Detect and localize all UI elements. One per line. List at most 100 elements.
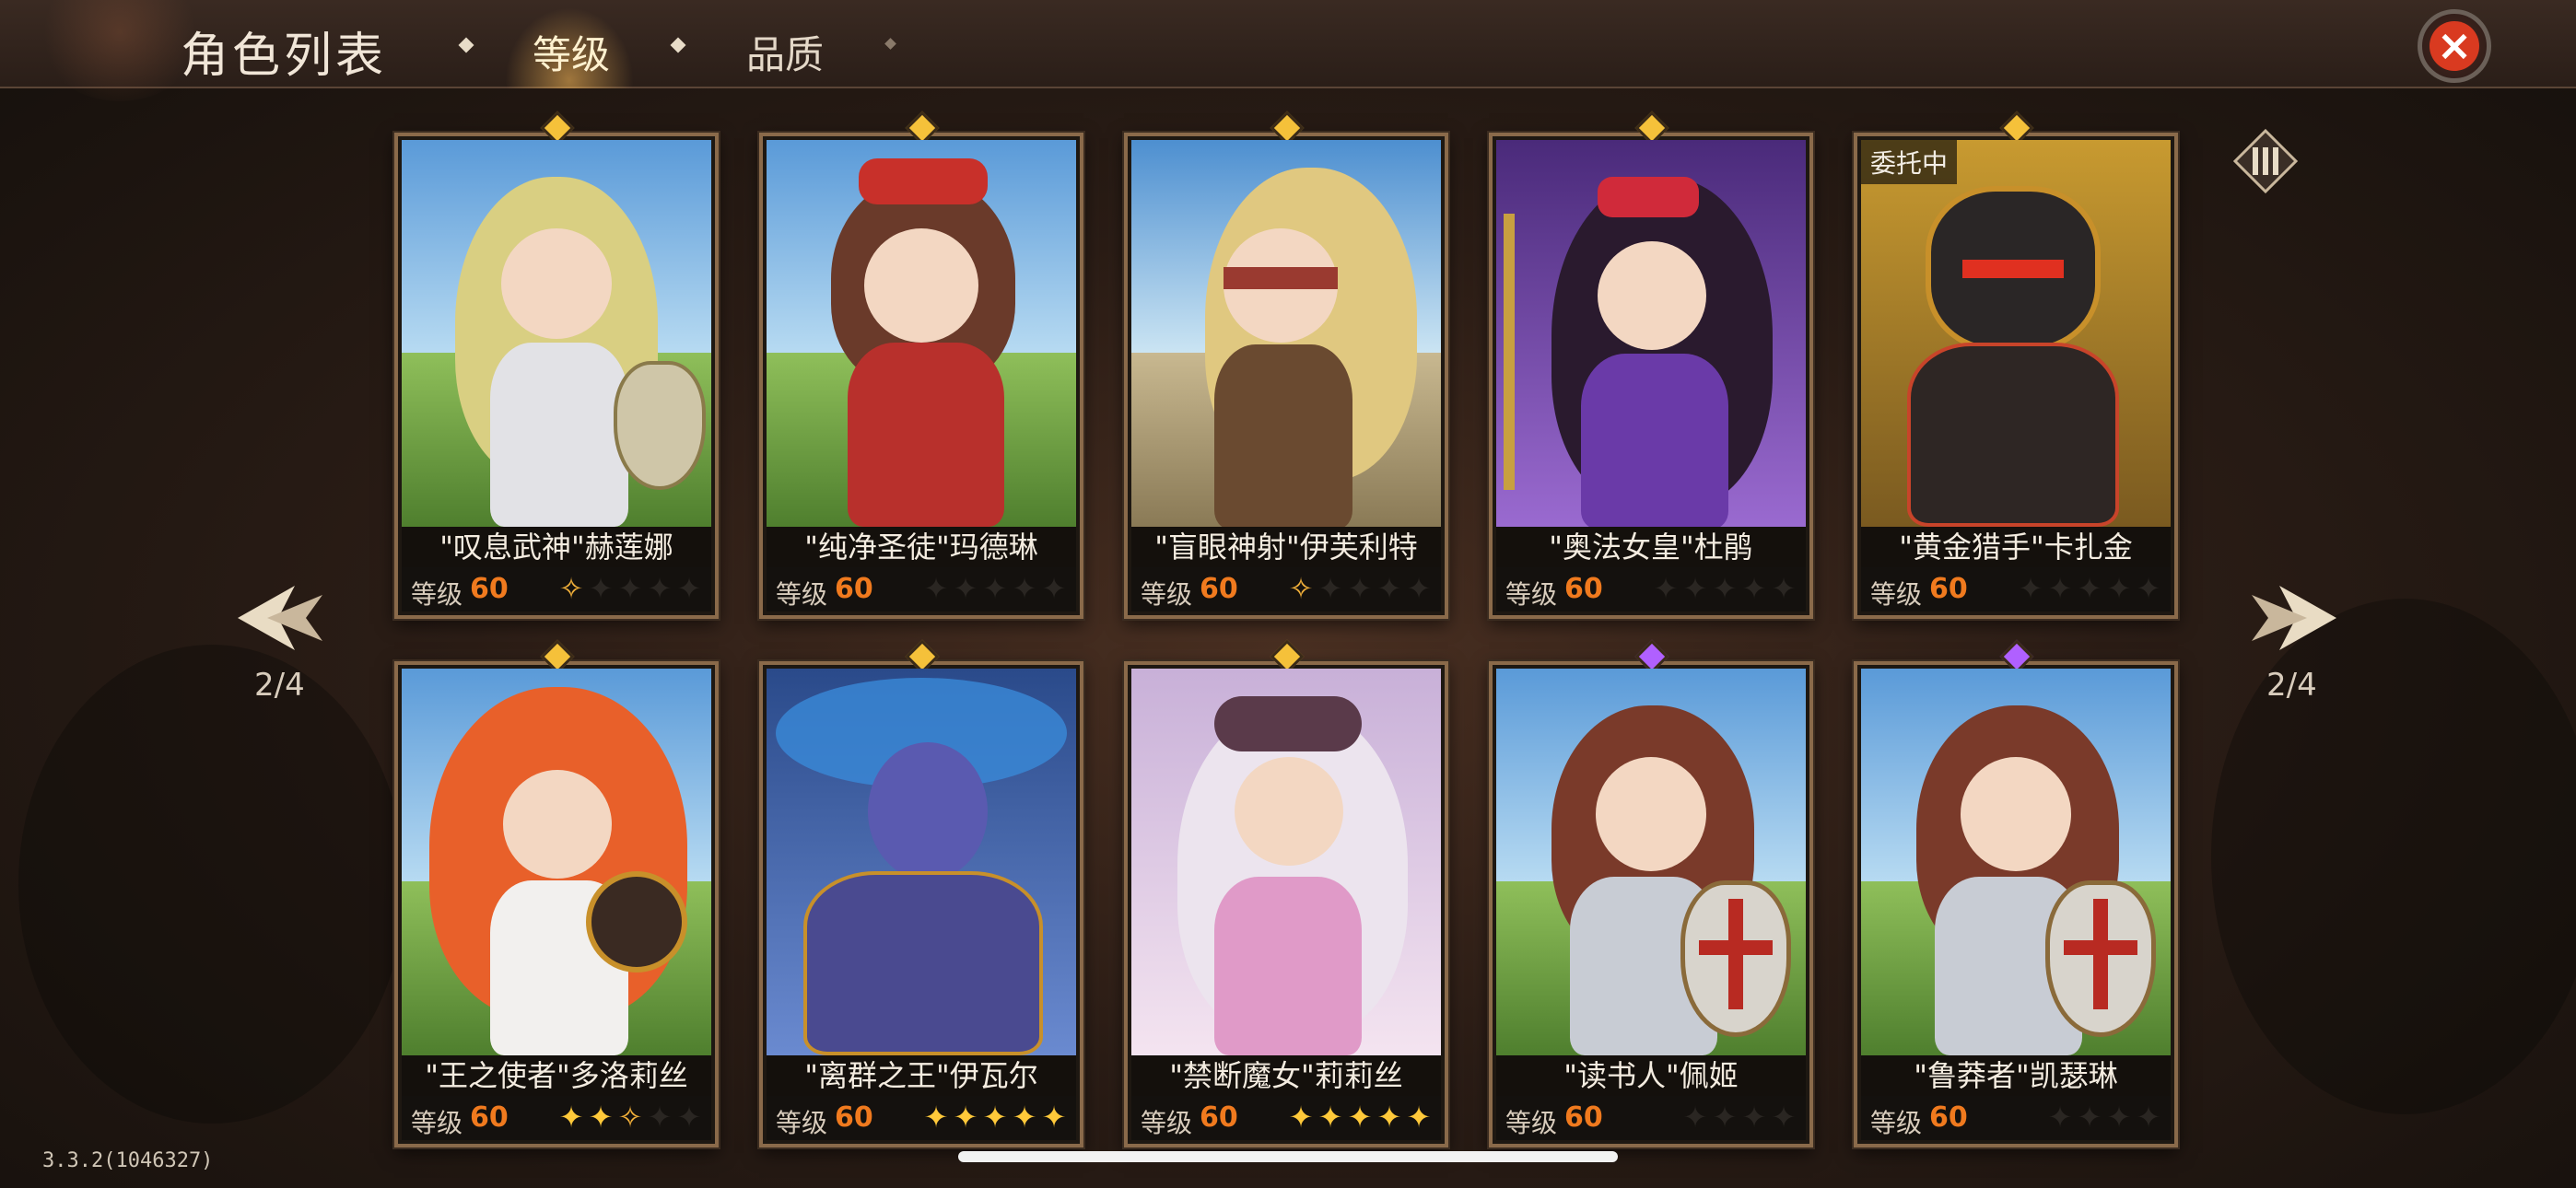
level-label: 等级 (1505, 1108, 1558, 1138)
star-empty-icon: ✦ (2077, 571, 2102, 606)
character-name: "鲁莽者"凯瑟琳 (1861, 1055, 2171, 1096)
star-empty-icon: ✦ (1376, 571, 1402, 606)
home-indicator[interactable] (958, 1151, 1618, 1162)
tab-level[interactable]: 等级 (533, 24, 610, 80)
star-empty-icon: ✦ (647, 571, 673, 606)
character-card[interactable]: "纯净圣徒"玛德琳 等级 60 ✦ ✦ ✦ ✦ ✦ (759, 111, 1083, 619)
character-portrait (402, 669, 711, 1055)
star-empty-icon: ✦ (676, 571, 702, 606)
level-label: 等级 (1870, 1108, 1923, 1138)
character-card[interactable]: "盲眼神射"伊芙利特 等级 60 ✧ ✦ ✦ ✦ ✦ (1124, 111, 1448, 619)
star-empty-icon: ✦ (1041, 571, 1067, 606)
star-empty-icon: ✦ (982, 571, 1008, 606)
character-portrait (1131, 669, 1441, 1055)
level-label: 等级 (1870, 579, 1923, 610)
top-bar: 角色列表 等级 品质 × (0, 0, 2576, 101)
character-name: "盲眼神射"伊芙利特 (1131, 527, 1441, 567)
character-name: "离群之王"伊瓦尔 (767, 1055, 1076, 1096)
star-empty-icon: ✦ (2047, 1100, 2073, 1135)
star-outline-icon: ✧ (617, 1100, 643, 1135)
tab-separator-dot (458, 37, 474, 53)
level-label: 等级 (1141, 1108, 1193, 1138)
character-portrait (1496, 140, 1806, 527)
star-empty-icon: ✦ (2018, 571, 2043, 606)
star-filled-icon: ✦ (588, 1100, 614, 1135)
tab-quality[interactable]: 品质 (746, 24, 824, 80)
character-card[interactable]: "叹息武神"赫莲娜 等级 60 ✧ ✦ ✦ ✦ ✦ (394, 111, 719, 619)
character-footer: 等级 60 ✧ ✦ ✦ ✦ ✦ (402, 567, 711, 611)
star-rating: ✦ ✦ ✦ ✦ (1680, 1101, 1798, 1133)
character-card[interactable]: "王之使者"多洛莉丝 等级 60 ✦ ✦ ✧ ✦ ✦ (394, 639, 719, 1147)
character-name: "禁断魔女"莉莉丝 (1131, 1055, 1441, 1096)
star-filled-icon: ✦ (558, 1100, 584, 1135)
next-page-arrow-icon[interactable] (2242, 567, 2344, 669)
character-portrait (767, 669, 1076, 1055)
star-empty-icon: ✦ (1712, 1100, 1738, 1135)
level-value: 60 (1200, 1101, 1238, 1134)
emblem-icon (37, 0, 203, 101)
star-empty-icon: ✦ (588, 571, 614, 606)
page-title: 角色列表 (181, 29, 388, 84)
star-empty-icon: ✦ (2106, 571, 2132, 606)
star-empty-icon: ✦ (2106, 1100, 2132, 1135)
character-card[interactable]: "鲁莽者"凯瑟琳 等级 60 ✦ ✦ ✦ ✦ (1854, 639, 2178, 1147)
star-filled-icon: ✦ (1347, 1100, 1373, 1135)
star-outline-icon: ✧ (558, 571, 584, 606)
character-footer: 等级 60 ✦ ✦ ✦ ✦ ✦ (1861, 567, 2171, 611)
character-portrait (1131, 140, 1441, 527)
character-footer: 等级 60 ✦ ✦ ✦ ✦ ✦ (767, 1096, 1076, 1140)
star-empty-icon: ✦ (1317, 571, 1343, 606)
level-value: 60 (1929, 1101, 1968, 1134)
character-footer: 等级 60 ✦ ✦ ✦ ✦ ✦ (767, 567, 1076, 611)
star-empty-icon: ✦ (1682, 1100, 1708, 1135)
star-rating: ✦ ✦ ✦ ✦ ✦ (921, 573, 1069, 604)
grid-view-icon[interactable] (2233, 129, 2298, 193)
screen: 角色列表 等级 品质 × 2/4 2/4 "叹息武神"赫莲娜 等级 60 ✧ ✦… (0, 0, 2576, 1188)
star-filled-icon: ✦ (1041, 1100, 1067, 1135)
character-portrait (1861, 140, 2171, 527)
star-empty-icon: ✦ (2047, 571, 2073, 606)
character-card[interactable]: 委托中 "黄金猎手"卡扎金 等级 60 ✦ ✦ ✦ ✦ ✦ (1854, 111, 2178, 619)
page-indicator: 2/4 (2266, 667, 2317, 704)
star-empty-icon: ✦ (1682, 571, 1708, 606)
star-filled-icon: ✦ (982, 1100, 1008, 1135)
character-card[interactable]: "离群之王"伊瓦尔 等级 60 ✦ ✦ ✦ ✦ ✦ (759, 639, 1083, 1147)
star-empty-icon: ✦ (1741, 571, 1767, 606)
level-value: 60 (470, 1101, 509, 1134)
star-filled-icon: ✦ (1376, 1100, 1402, 1135)
page-indicator: 2/4 (254, 667, 305, 704)
star-rating: ✦ ✦ ✧ ✦ ✦ (556, 1101, 704, 1133)
level-value: 60 (835, 573, 873, 605)
character-card[interactable]: "读书人"佩姬 等级 60 ✦ ✦ ✦ ✦ (1489, 639, 1813, 1147)
star-filled-icon: ✦ (1012, 1100, 1037, 1135)
character-footer: 等级 60 ✦ ✦ ✧ ✦ ✦ (402, 1096, 711, 1140)
character-name: "叹息武神"赫莲娜 (402, 527, 711, 567)
level-value: 60 (1564, 573, 1603, 605)
star-empty-icon: ✦ (1406, 571, 1432, 606)
character-name: "奥法女皇"杜鹃 (1496, 527, 1806, 567)
level-label: 等级 (776, 579, 828, 610)
character-name: "读书人"佩姬 (1496, 1055, 1806, 1096)
tab-separator-dot (884, 38, 896, 50)
version-label: 3.3.2(1046327) (42, 1149, 214, 1172)
star-empty-icon: ✦ (1712, 571, 1738, 606)
character-card[interactable]: "奥法女皇"杜鹃 等级 60 ✦ ✦ ✦ ✦ ✦ (1489, 111, 1813, 619)
star-empty-icon: ✦ (1741, 1100, 1767, 1135)
star-empty-icon: ✦ (2077, 1100, 2102, 1135)
prev-page-arrow-icon[interactable] (230, 567, 332, 669)
star-filled-icon: ✦ (1406, 1100, 1432, 1135)
star-filled-icon: ✦ (1288, 1100, 1314, 1135)
level-label: 等级 (411, 579, 463, 610)
star-filled-icon: ✦ (953, 1100, 978, 1135)
character-name: "黄金猎手"卡扎金 (1861, 527, 2171, 567)
level-value: 60 (470, 573, 509, 605)
background-tree (18, 645, 405, 1124)
star-rating: ✦ ✦ ✦ ✦ ✦ (921, 1101, 1069, 1133)
star-empty-icon: ✦ (676, 1100, 702, 1135)
character-footer: 等级 60 ✦ ✦ ✦ ✦ ✦ (1131, 1096, 1441, 1140)
character-card[interactable]: "禁断魔女"莉莉丝 等级 60 ✦ ✦ ✦ ✦ ✦ (1124, 639, 1448, 1147)
close-button[interactable]: × (2418, 9, 2491, 83)
level-value: 60 (835, 1101, 873, 1134)
level-value: 60 (1929, 573, 1968, 605)
star-filled-icon: ✦ (1317, 1100, 1343, 1135)
